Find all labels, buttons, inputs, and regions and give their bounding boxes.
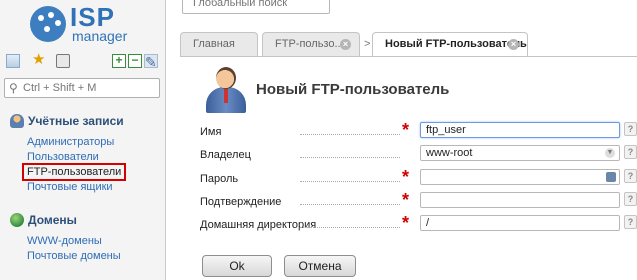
tab-ftp-users[interactable]: FTP-пользо... × [262,32,360,56]
tab-bar: Главная FTP-пользо... × > Новый FTP-поль… [180,32,637,57]
required-mark: * [402,190,410,210]
field-label-name: Имя [200,126,222,138]
favorites-star-icon[interactable]: ★ [32,51,46,68]
label-leader [300,181,400,182]
nav-administrators[interactable]: Администраторы [27,136,114,148]
sidebar-toolbar: ★ + − ✎ [4,51,160,72]
name-input[interactable] [420,122,620,138]
help-icon[interactable]: ? [624,215,637,229]
field-label-password: Пароль [200,173,239,185]
close-icon[interactable]: × [508,39,519,50]
owner-select[interactable]: www-root ▼ [420,145,620,161]
global-search [182,0,330,14]
field-label-owner: Владелец [200,149,251,161]
required-mark: * [402,167,410,187]
close-icon[interactable]: × [340,39,351,50]
collapse-all-icon[interactable]: − [128,54,142,68]
label-leader [300,204,400,205]
field-row-confirm: Подтверждение * ? [200,190,637,211]
expand-all-icon[interactable]: + [112,54,126,68]
required-mark: * [402,213,410,233]
sidebar-search: ⚲ [4,78,160,98]
globe-icon [10,213,24,227]
group-accounts-label: Учётные записи [28,114,124,128]
nav-ftp-users[interactable]: FTP-пользователи [22,163,127,181]
home-directory-input[interactable] [420,215,620,231]
tab-new-ftp-user[interactable]: Новый FTP-пользователь × [372,32,528,57]
label-leader [300,227,400,228]
tree-view-icon[interactable] [6,54,20,68]
tab-home-label: Главная [193,38,235,50]
field-row-home-dir: Домашняя директория * ? [200,213,637,234]
label-leader [300,134,400,135]
field-label-home-dir: Домашняя директория [200,219,317,231]
field-row-owner: Владелец www-root ▼ ? [200,144,637,164]
sidebar: ISP manager ★ + − ✎ ⚲ Учётные записи Адм… [0,0,166,280]
form-title: Новый FTP-пользователь [256,81,450,98]
tab-ftp-users-label: FTP-пользо... [275,38,344,50]
tab-new-ftp-user-label: Новый FTP-пользователь [385,38,527,50]
label-leader [300,157,400,158]
group-domains[interactable]: Домены [10,213,77,227]
field-row-password: Пароль * ? [200,167,637,188]
users-icon [10,114,24,128]
nav-mail-domains[interactable]: Почтовые домены [27,250,121,262]
required-mark: * [402,120,410,140]
help-icon[interactable]: ? [624,145,637,159]
form-panel: Новый FTP-пользователь Имя * ? Владелец … [180,57,637,280]
global-search-input[interactable] [183,0,329,13]
logo-icon [30,6,66,42]
logo-subtitle: manager [72,28,128,44]
nav-users[interactable]: Пользователи [27,151,99,163]
cancel-button[interactable]: Отмена [284,255,356,277]
field-label-confirm: Подтверждение [200,196,282,208]
search-icon: ⚲ [9,81,18,95]
nav-www-domains[interactable]: WWW-домены [27,235,102,247]
tab-separator: > [364,38,371,50]
ok-button[interactable]: Ok [202,255,272,277]
help-icon[interactable]: ? [624,192,637,206]
password-input[interactable] [420,169,620,185]
help-icon[interactable]: ? [624,169,637,183]
group-accounts[interactable]: Учётные записи [10,114,124,128]
owner-select-value: www-root [426,147,473,159]
field-row-name: Имя * ? [200,120,637,141]
chevron-down-icon: ▼ [605,148,615,158]
tab-home[interactable]: Главная [180,32,258,56]
pin-icon[interactable]: ✎ [144,54,158,69]
group-domains-label: Домены [28,213,77,227]
isp-manager-logo[interactable]: ISP manager [30,2,140,46]
password-generator-icon[interactable] [606,172,616,182]
sidebar-search-input[interactable] [23,80,157,96]
nav-mailboxes[interactable]: Почтовые ящики [27,181,113,193]
clipboard-icon[interactable] [56,54,70,68]
help-icon[interactable]: ? [624,122,637,136]
user-avatar-icon [204,67,248,113]
confirm-password-input[interactable] [420,192,620,208]
